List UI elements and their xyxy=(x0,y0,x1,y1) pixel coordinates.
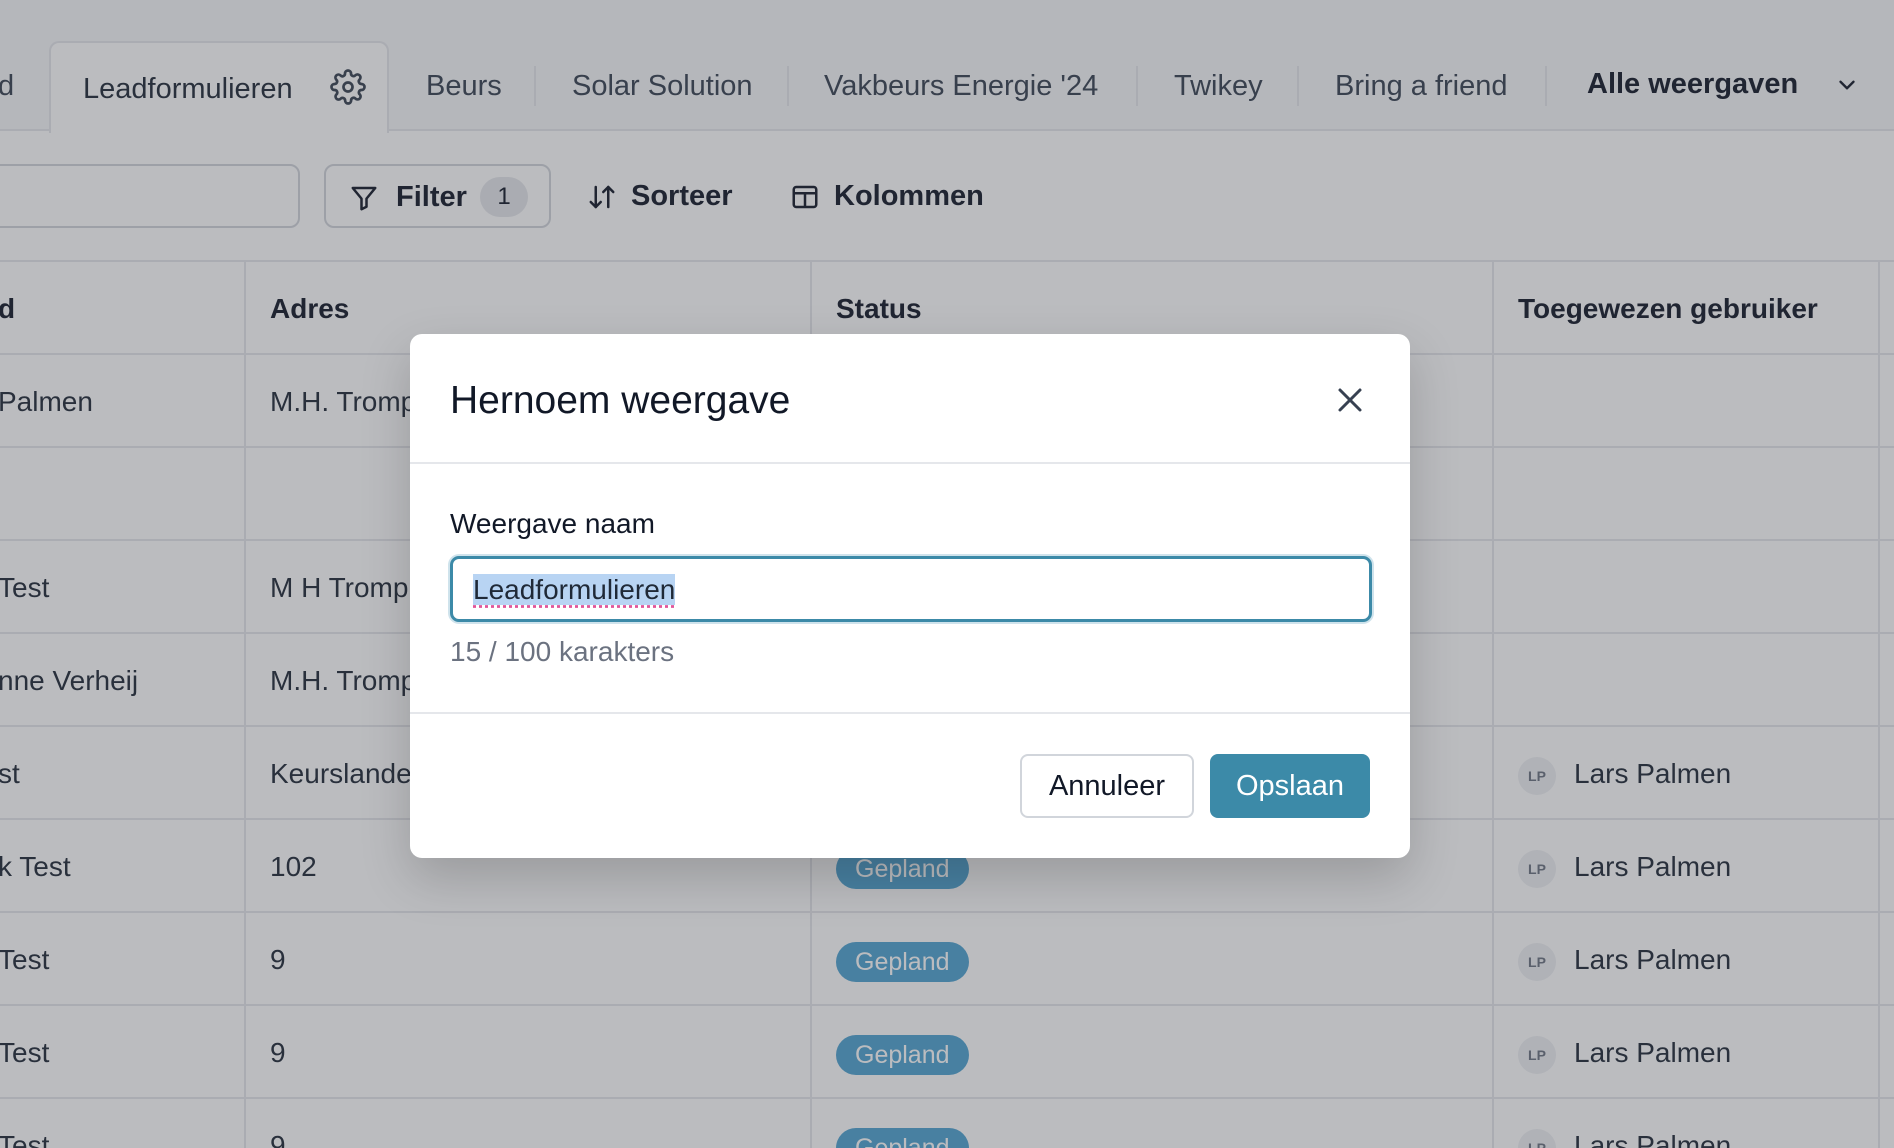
close-button[interactable] xyxy=(1330,380,1370,420)
dialog-title: Hernoem weergave xyxy=(450,376,790,426)
page: d Leadformulieren Beurs Solar Solution V… xyxy=(0,0,1894,1148)
close-icon xyxy=(1330,380,1370,420)
rename-view-dialog: Hernoem weergave Weergave naam Leadformu… xyxy=(410,334,1410,858)
dialog-footer-divider xyxy=(410,712,1410,714)
dialog-header-divider xyxy=(410,462,1410,464)
view-name-input[interactable]: Leadformulieren xyxy=(450,556,1372,622)
view-name-label: Weergave naam xyxy=(450,506,655,542)
save-button[interactable]: Opslaan xyxy=(1210,754,1370,818)
cancel-button[interactable]: Annuleer xyxy=(1020,754,1194,818)
character-counter: 15 / 100 karakters xyxy=(450,634,674,670)
